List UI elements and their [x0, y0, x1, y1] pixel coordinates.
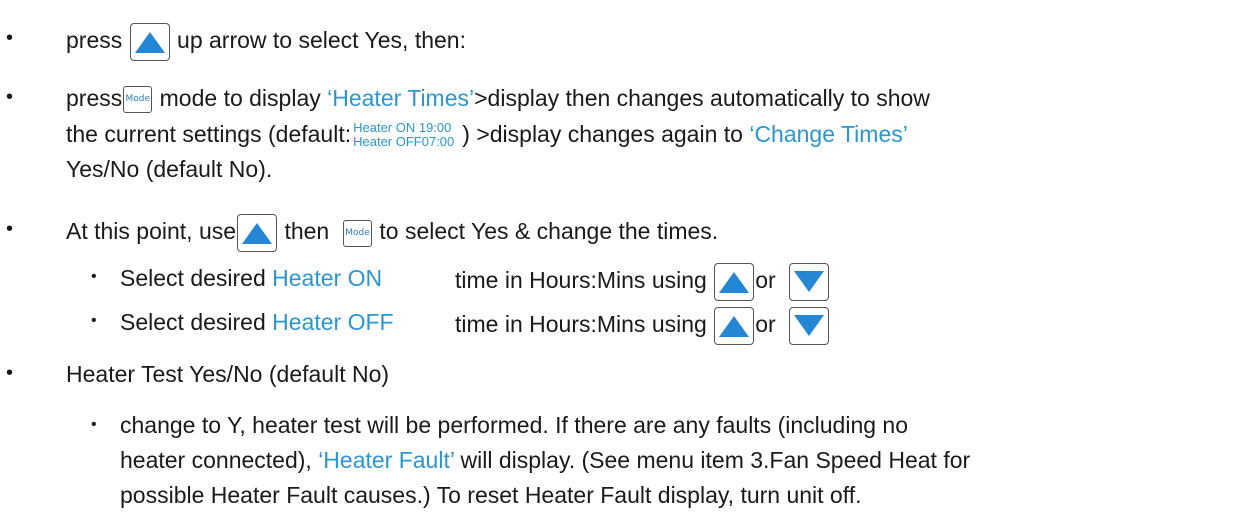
text-display-changes-again: ) >display changes again to	[462, 121, 750, 147]
sub-bullet: •	[91, 312, 97, 329]
instruction-line-6: Select desired Heater ON	[120, 263, 382, 293]
text-press: press	[66, 85, 123, 111]
text-yes-no-default: Yes/No (default No).	[66, 156, 273, 182]
down-arrow-key-icon	[789, 307, 830, 345]
text-possible-causes: possible Heater Fault causes.) To reset …	[120, 482, 862, 508]
text-press: press	[66, 27, 123, 54]
default-heater-off-time: Heater OFF07:00	[353, 133, 455, 149]
bullet: •	[6, 86, 14, 108]
text-or: or	[755, 311, 776, 338]
up-arrow-key-icon	[129, 23, 170, 61]
text-heater-connected: heater connected),	[120, 447, 319, 473]
text-select-desired: Select desired	[120, 265, 273, 291]
text-then: then	[284, 218, 330, 245]
text-change-to-y: change to Y, heater test will be perform…	[120, 412, 909, 438]
text-will-display: will display. (See menu item 3.Fan Speed…	[454, 447, 971, 473]
instruction-line-7: Select desired Heater OFF	[120, 307, 394, 337]
heater-fault-label: ‘Heater Fault’	[318, 447, 455, 473]
down-arrow-key-icon	[789, 263, 830, 301]
heater-off-label: Heater OFF	[272, 309, 394, 335]
text-select-desired: Select desired	[120, 309, 273, 335]
default-heater-on-time: Heater ON 19:00	[353, 119, 452, 135]
bullet: •	[6, 27, 14, 49]
up-arrow-key-icon	[237, 214, 278, 252]
instruction-line-8: Heater Test Yes/No (default No)	[66, 359, 389, 389]
text-at-this-point: At this point, use	[66, 218, 237, 245]
sub-bullet: •	[91, 268, 97, 285]
instruction-line-11: possible Heater Fault causes.) To reset …	[120, 480, 861, 510]
default-times-display: Heater ON 19:00 Heater OFF07:00	[353, 119, 455, 149]
up-arrow-key-icon	[714, 263, 755, 301]
mode-key-icon: Mode	[123, 86, 153, 114]
instruction-line-3: the current settings (default: Heater ON …	[66, 119, 908, 150]
change-times-label: ‘Change Times’	[749, 121, 908, 147]
instruction-line-10: heater connected), ‘Heater Fault’ will d…	[120, 445, 970, 475]
up-arrow-key-icon	[714, 307, 755, 345]
instruction-line-4: Yes/No (default No).	[66, 154, 272, 184]
text-or: or	[755, 267, 776, 294]
instruction-line-2: press Mode mode to display ‘Heater Times’…	[66, 83, 930, 114]
bullet: •	[6, 362, 14, 384]
instruction-line-7-right: time in Hours:Mins using or	[455, 307, 830, 345]
text-current-settings: the current settings (default:	[66, 121, 352, 147]
mode-key-icon: Mode	[342, 219, 372, 247]
heater-times-label: ‘Heater Times’	[327, 85, 475, 111]
sub-bullet: •	[91, 416, 97, 433]
text-hours-mins-using: time in Hours:Mins using	[455, 267, 707, 294]
mode-key-label: Mode	[345, 227, 370, 238]
instruction-line-6-right: time in Hours:Mins using or	[455, 263, 830, 301]
heater-on-label: Heater ON	[272, 265, 383, 291]
mode-key-label: Mode	[125, 94, 151, 105]
text-hours-mins-using: time in Hours:Mins using	[455, 311, 707, 338]
text-select-yes-change: to select Yes & change the times.	[379, 218, 719, 245]
instruction-line-9: change to Y, heater test will be perform…	[120, 410, 908, 440]
text-display-changes: >display then changes automatically to s…	[474, 85, 930, 111]
instruction-line-5: At this point, use then Mode to select Y…	[66, 214, 718, 252]
text-up-arrow-select: up arrow to select Yes, then:	[177, 27, 466, 54]
bullet: •	[6, 218, 14, 240]
text-heater-test: Heater Test Yes/No (default No)	[66, 361, 390, 387]
text-mode-display: mode to display	[159, 85, 328, 111]
instruction-line-1: press up arrow to select Yes, then:	[66, 23, 466, 61]
